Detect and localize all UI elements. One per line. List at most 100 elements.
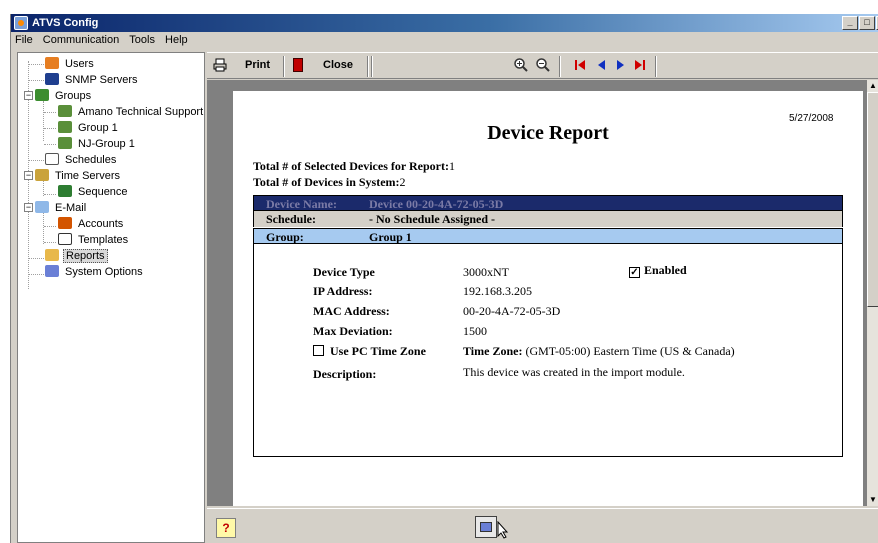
device-name-value: Device 00-20-4A-72-05-3D [369, 197, 504, 211]
maximize-button[interactable]: □ [859, 16, 875, 30]
ip-address-value: 192.168.3.205 [463, 284, 532, 298]
time-zone-label: Time Zone: [463, 344, 523, 358]
time-server-icon [35, 169, 49, 181]
next-page-icon[interactable] [613, 58, 627, 75]
sequence-icon [58, 185, 72, 197]
sidebar-item-system-options[interactable]: System Options [45, 264, 145, 280]
last-page-icon[interactable] [633, 58, 647, 75]
app-icon [14, 16, 28, 30]
menu-bar: File Communication Tools Help [11, 32, 878, 49]
menu-communication[interactable]: Communication [43, 32, 119, 49]
first-page-icon[interactable] [573, 58, 587, 75]
sidebar-item-reports[interactable]: Reports [45, 248, 108, 264]
schedule-value: - No Schedule Assigned - [369, 212, 496, 226]
close-report-button[interactable]: Close [323, 59, 353, 71]
mac-address-label: MAC Address: [313, 304, 390, 318]
scroll-up-arrow[interactable]: ▲ [867, 80, 878, 92]
groups-icon [35, 89, 49, 101]
sidebar-item-templates[interactable]: Templates [58, 232, 130, 248]
enabled-label: Enabled [644, 263, 687, 277]
time-servers-expander[interactable]: − [24, 171, 33, 180]
device-name-label: Device Name: [266, 197, 337, 211]
mouse-pointer-icon [497, 520, 509, 543]
groups-expander[interactable]: − [24, 91, 33, 100]
sidebar-item-snmp-servers[interactable]: SNMP Servers [45, 72, 140, 88]
folder-icon [35, 201, 49, 213]
sidebar-item-amano-technical-support[interactable]: Amano Technical Support [58, 104, 205, 120]
schedule-band: Schedule: - No Schedule Assigned - [253, 211, 843, 227]
navigation-tree: − − − Users SNMP Servers Groups Amano Te… [17, 52, 205, 543]
window-title: ATVS Config [32, 17, 99, 29]
group-icon [58, 105, 72, 117]
group-label: Group: [266, 230, 304, 244]
zoom-out-icon[interactable] [535, 57, 551, 76]
report-page: 5/27/2008 Device Report Total # of Selec… [233, 91, 863, 506]
total-devices-label: Total # of Devices in System: [253, 175, 400, 189]
description-label: Description: [313, 367, 377, 381]
time-zone-field: Time Zone: (GMT-05:00) Eastern Time (US … [463, 344, 735, 359]
sidebar-item-nj-group-1[interactable]: NJ-Group 1 [58, 136, 137, 152]
group-band: Group: Group 1 [253, 228, 843, 244]
sidebar-item-group-1[interactable]: Group 1 [58, 120, 120, 136]
report-preview[interactable]: 5/27/2008 Device Report Total # of Selec… [207, 80, 867, 506]
print-button[interactable]: Print [245, 59, 270, 71]
sidebar-item-email[interactable]: E-Mail [35, 200, 88, 216]
close-report-icon[interactable] [293, 58, 303, 72]
app-window: ATVS Config _ □ X File Communication Too… [10, 14, 878, 543]
status-panel-button[interactable] [475, 516, 497, 538]
sidebar-item-schedules[interactable]: Schedules [45, 152, 118, 168]
email-expander[interactable]: − [24, 203, 33, 212]
system-options-icon [45, 265, 59, 277]
device-name-band: Device Name: Device 00-20-4A-72-05-3D [253, 195, 843, 211]
window-icon [480, 522, 492, 532]
use-pc-time-zone-checkbox [313, 345, 324, 356]
max-deviation-label: Max Deviation: [313, 324, 393, 338]
print-icon[interactable] [213, 58, 227, 75]
time-zone-value: (GMT-05:00) Eastern Time (US & Canada) [525, 344, 735, 358]
calendar-icon [45, 153, 59, 165]
menu-tools[interactable]: Tools [129, 32, 155, 49]
selected-devices-summary: Total # of Selected Devices for Report:1 [253, 159, 455, 174]
scroll-down-arrow[interactable]: ▼ [867, 494, 878, 506]
sidebar-item-accounts[interactable]: Accounts [58, 216, 125, 232]
total-devices-value: 2 [399, 175, 406, 189]
selected-devices-value: 1 [448, 159, 455, 173]
reports-icon [45, 249, 59, 261]
enabled-field: ✓ Enabled [629, 263, 687, 278]
templates-icon [58, 233, 72, 245]
report-title: Device Report [487, 122, 609, 144]
selected-devices-label: Total # of Selected Devices for Report: [253, 159, 449, 173]
menu-file[interactable]: File [15, 32, 33, 49]
menu-help[interactable]: Help [165, 32, 188, 49]
preview-vertical-scrollbar[interactable]: ▲ ▼ [867, 80, 878, 506]
use-pc-time-zone-label: Use PC Time Zone [330, 344, 426, 358]
use-pc-time-zone-field: Use PC Time Zone [313, 344, 426, 359]
group-value: Group 1 [369, 230, 412, 244]
help-button[interactable]: ? [216, 518, 236, 538]
snmp-server-icon [45, 73, 59, 85]
title-bar[interactable]: ATVS Config _ □ X [11, 14, 878, 32]
total-devices-summary: Total # of Devices in System:2 [253, 175, 406, 190]
minimize-button[interactable]: _ [842, 16, 858, 30]
ip-address-label: IP Address: [313, 284, 373, 298]
device-type-label: Device Type [313, 265, 375, 279]
group-icon [58, 137, 72, 149]
previous-page-icon[interactable] [595, 58, 609, 75]
sidebar-item-groups[interactable]: Groups [35, 88, 93, 104]
accounts-icon [58, 217, 72, 229]
enabled-checkbox: ✓ [629, 267, 640, 278]
description-value: This device was created in the import mo… [463, 365, 685, 379]
users-icon [45, 57, 59, 69]
schedule-label: Schedule: [266, 212, 317, 226]
report-toolbar: Print Close [207, 52, 878, 79]
scroll-thumb[interactable] [867, 92, 878, 307]
sidebar-item-sequence[interactable]: Sequence [58, 184, 130, 200]
sidebar-item-users[interactable]: Users [45, 56, 96, 72]
sidebar-item-time-servers[interactable]: Time Servers [35, 168, 122, 184]
mac-address-value: 00-20-4A-72-05-3D [463, 304, 561, 318]
zoom-in-icon[interactable] [513, 57, 529, 76]
status-bar: ? [207, 508, 878, 543]
max-deviation-value: 1500 [463, 324, 487, 338]
device-type-value: 3000xNT [463, 265, 509, 279]
group-icon [58, 121, 72, 133]
